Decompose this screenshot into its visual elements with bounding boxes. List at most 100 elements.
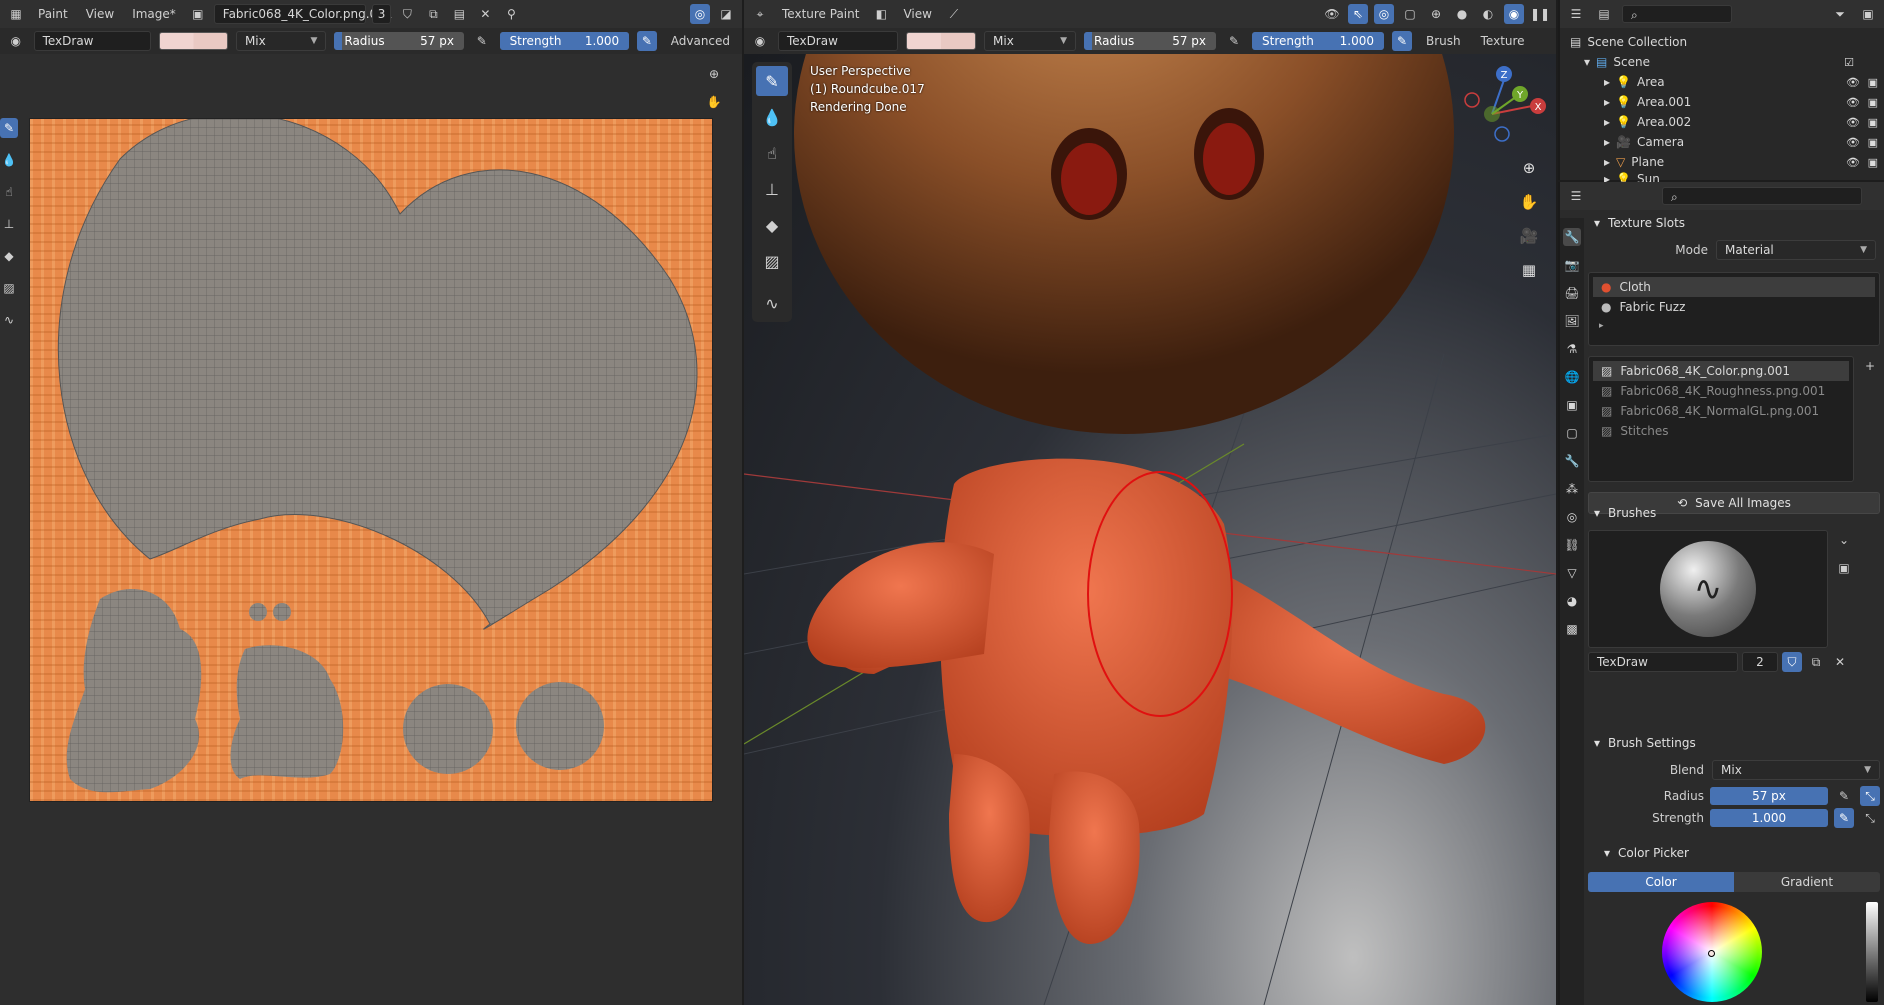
strength-pressure-icon[interactable]: ✎: [1392, 31, 1412, 51]
texture-slots-header[interactable]: ▾ Texture Slots: [1588, 212, 1880, 234]
pressure-pen-icon[interactable]: ✎: [1224, 31, 1244, 51]
camera-view-icon[interactable]: 🎥: [1516, 223, 1542, 249]
display-mode-icon[interactable]: ▤: [1594, 4, 1614, 24]
shading-material-icon[interactable]: ◐: [1478, 4, 1498, 24]
ortho-grid-icon[interactable]: ▦: [1516, 257, 1542, 283]
pan-hand-icon[interactable]: ✋: [704, 92, 724, 112]
world-tab-icon[interactable]: 🌐: [1563, 368, 1581, 386]
color-picker-header[interactable]: ▾ Color Picker: [1588, 842, 1880, 864]
gizmo-toggle-icon[interactable]: ⇖: [1348, 4, 1368, 24]
brush-user-count[interactable]: 2: [1742, 652, 1778, 672]
fill-tool-icon[interactable]: ◆: [756, 210, 788, 240]
outliner-item-camera[interactable]: ▸ 🎥 Camera 👁 ▣: [1560, 132, 1884, 152]
brush-icon[interactable]: ◉: [750, 31, 770, 51]
image-browse-icon[interactable]: ▣: [188, 4, 208, 24]
smear-tool-icon[interactable]: ☝: [0, 182, 18, 202]
fake-user-shield-icon[interactable]: ⛉: [1782, 652, 1802, 672]
properties-search-input[interactable]: ⌕: [1662, 187, 1862, 205]
viewport-scene[interactable]: Z X Y User Perspective (1) Roundcube.017…: [744, 54, 1556, 1005]
outliner-item-area-002[interactable]: ▸ 💡 Area.002 👁 ▣: [1560, 112, 1884, 132]
brush-menu[interactable]: Brush: [1420, 32, 1467, 50]
physics-tab-icon[interactable]: ◎: [1563, 508, 1581, 526]
viewport-blend-dropdown[interactable]: Mix ▼: [984, 31, 1076, 51]
mask-tool-icon[interactable]: ▨: [756, 246, 788, 276]
scene-tab-icon[interactable]: ⚗: [1563, 340, 1581, 358]
editor-type-icon[interactable]: ☰: [1566, 4, 1586, 24]
viewport-radius-slider[interactable]: Radius 57 px: [1084, 32, 1216, 50]
brush-preview[interactable]: ∿: [1588, 530, 1828, 648]
fill-tool-icon[interactable]: ◆: [0, 246, 18, 266]
viewport-mode-dropdown[interactable]: Texture Paint: [776, 5, 865, 23]
shading-rendered-icon[interactable]: ◉: [1504, 4, 1524, 24]
clone-tool-icon[interactable]: ⊥: [756, 174, 788, 204]
brush-icon[interactable]: ◉: [6, 31, 26, 51]
render-icon[interactable]: ▣: [1868, 116, 1878, 129]
viewport-color-swatch[interactable]: [906, 32, 976, 50]
object-tab-icon[interactable]: ▢: [1563, 424, 1581, 442]
output-tab-icon[interactable]: 🖨: [1563, 284, 1581, 302]
strength-unit-icon[interactable]: ⤡: [1860, 808, 1880, 828]
texture-menu[interactable]: Texture: [1475, 32, 1531, 50]
editor-type-icon[interactable]: ▦: [6, 4, 26, 24]
scene-row[interactable]: ▾ ▤ Scene ☑: [1560, 52, 1884, 72]
brush-browse-icon[interactable]: ▣: [1834, 558, 1854, 578]
render-icon[interactable]: ▣: [1868, 96, 1878, 109]
image-slot-color[interactable]: ▨ Fabric068_4K_Color.png.001: [1593, 361, 1849, 381]
pressure-pen-icon[interactable]: ✎: [1834, 808, 1854, 828]
strength-slider[interactable]: Strength 1.000: [499, 32, 630, 50]
constraints-tab-icon[interactable]: ⛓: [1563, 536, 1581, 554]
editor-type-icon[interactable]: ☰: [1566, 186, 1586, 206]
eye-icon[interactable]: 👁: [1846, 156, 1860, 169]
render-tab-icon[interactable]: 📷: [1563, 256, 1581, 274]
outliner-item-area[interactable]: ▸ 💡 Area 👁 ▣: [1560, 72, 1884, 92]
annotate-tool-icon[interactable]: ∿: [756, 288, 788, 318]
modifier-tab-icon[interactable]: 🔧: [1563, 452, 1581, 470]
duplicate-brush-icon[interactable]: ⧉: [1806, 652, 1826, 672]
strength-pressure-icon[interactable]: ✎: [637, 31, 657, 51]
outliner-item-area-001[interactable]: ▸ 💡 Area.001 👁 ▣: [1560, 92, 1884, 112]
chevron-down-icon[interactable]: ⌄: [1834, 530, 1854, 550]
mask-tool-icon[interactable]: ▨: [0, 278, 18, 298]
tool-tab-icon[interactable]: 🔧: [1563, 228, 1581, 246]
zoom-icon[interactable]: ⊕: [1516, 155, 1542, 181]
brush-name-field[interactable]: TexDraw: [33, 31, 152, 51]
annotate-tool-icon[interactable]: ∿: [0, 310, 18, 330]
view-layer-tab-icon[interactable]: 🖼: [1563, 312, 1581, 330]
unlink-image-icon[interactable]: ✕: [475, 4, 495, 24]
render-icon[interactable]: ▣: [1868, 156, 1878, 169]
xray-icon[interactable]: ▢: [1400, 4, 1420, 24]
editor-type-icon[interactable]: ⌖: [750, 4, 770, 24]
viewport-strength-slider[interactable]: Strength 1.000: [1252, 32, 1384, 50]
pressure-pen-icon[interactable]: ✎: [472, 31, 492, 51]
brush-color-swatch[interactable]: [159, 32, 228, 50]
brush-settings-header[interactable]: ▾ Brush Settings: [1588, 732, 1880, 754]
add-texture-icon[interactable]: +: [1860, 356, 1880, 376]
brush-datablock-name[interactable]: TexDraw: [1588, 652, 1738, 672]
value-slider[interactable]: [1866, 902, 1878, 1002]
texture-tab-icon[interactable]: ▩: [1563, 620, 1581, 638]
eye-icon[interactable]: 👁: [1846, 136, 1860, 149]
eye-icon[interactable]: 👁: [1846, 116, 1860, 129]
brush-strength-slider[interactable]: 1.000: [1710, 809, 1828, 827]
new-image-icon[interactable]: ⧉: [423, 4, 443, 24]
paint-mask-icon[interactable]: ◧: [871, 4, 891, 24]
shading-solid-icon[interactable]: ●: [1452, 4, 1472, 24]
brushes-header[interactable]: ▾ Brushes: [1588, 502, 1880, 524]
zoom-icon[interactable]: ⊕: [704, 64, 724, 84]
image-slot-normal[interactable]: ▨ Fabric068_4K_NormalGL.png.001: [1593, 401, 1849, 421]
draw-tool-icon[interactable]: ✎: [0, 118, 18, 138]
radius-slider[interactable]: Radius 57 px: [334, 32, 464, 50]
pressure-pen-icon[interactable]: ✎: [1834, 786, 1854, 806]
pan-hand-icon[interactable]: ✋: [1516, 189, 1542, 215]
symmetry-icon[interactable]: ⟋: [944, 4, 964, 24]
tab-gradient[interactable]: Gradient: [1734, 872, 1880, 892]
eye-icon[interactable]: 👁: [1846, 76, 1860, 89]
radius-unit-icon[interactable]: ⤡: [1860, 786, 1880, 806]
draw-tool-icon[interactable]: ✎: [756, 66, 788, 96]
scene-collection-row[interactable]: ▤ Scene Collection: [1560, 32, 1884, 52]
material-slot-fabric-fuzz[interactable]: ● Fabric Fuzz: [1593, 297, 1875, 317]
outliner-search-input[interactable]: ⌕: [1622, 5, 1732, 23]
particles-tab-icon[interactable]: ⁂: [1563, 480, 1581, 498]
fake-user-shield-icon[interactable]: ⛉: [397, 4, 417, 24]
image-user-count[interactable]: 3: [371, 4, 392, 24]
